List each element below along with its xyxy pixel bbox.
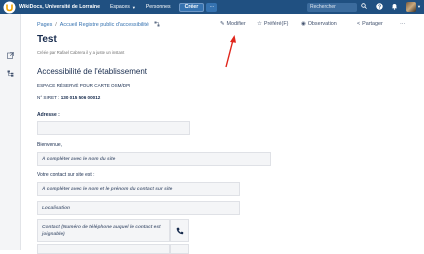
welcome-label: Bienvenue,: [37, 142, 63, 148]
page-title: Test: [37, 34, 57, 45]
edit-button[interactable]: ✎ Modifier: [220, 21, 246, 27]
pencil-icon: ✎: [220, 21, 225, 27]
nav-people[interactable]: Personnes: [146, 4, 171, 10]
siret-line: N° SIRET : 130 015 506 00012: [37, 95, 100, 100]
phone-icon: [176, 227, 183, 234]
location-field[interactable]: Localisation: [37, 201, 240, 215]
siret-value: 130 015 506 00012: [60, 95, 101, 100]
nav-people-label: Personnes: [145, 4, 171, 10]
next-field[interactable]: [37, 244, 170, 254]
site-logo-icon[interactable]: [3, 1, 16, 14]
reserved-space-text: ESPACE RÉSERVÉ POUR CARTE OSM/DPI: [37, 83, 131, 88]
site-name-placeholder: À compléter avec le nom du site: [42, 156, 116, 162]
breadcrumb: Pages / Accueil Registre public d'access…: [37, 21, 160, 29]
nav-spaces[interactable]: Espaces ▼: [110, 4, 136, 10]
page-content: Pages / Accueil Registre public d'access…: [21, 14, 424, 254]
contact-name-placeholder: À compléter avec le nom et le prénom du …: [42, 186, 173, 192]
address-field[interactable]: [37, 121, 190, 135]
watch-button[interactable]: ◉ Observation: [301, 21, 337, 27]
search-input[interactable]: Rechercher: [307, 2, 357, 12]
share-icon: <: [357, 21, 361, 27]
favorite-label: Préféré(F): [263, 21, 289, 27]
page-tree-icon[interactable]: [7, 64, 14, 77]
next-field-cell: [170, 244, 189, 254]
address-label: Adresse :: [37, 112, 60, 118]
edit-label: Modifier: [226, 21, 246, 27]
watch-label: Observation: [307, 21, 337, 27]
share-label: Partager: [362, 21, 383, 27]
section-title: Accessibilité de l'établissement: [37, 67, 148, 76]
star-icon: ☆: [257, 21, 262, 27]
restrictions-icon[interactable]: [154, 21, 160, 29]
contact-phone-field[interactable]: Contact (Numéro de téléphone auquel le c…: [37, 219, 170, 242]
create-more-button[interactable]: ···: [206, 2, 218, 12]
contact-label: Votre contact sur site est :: [37, 172, 95, 178]
phone-cell: [170, 219, 189, 242]
svg-text:?: ?: [378, 4, 381, 10]
eye-icon: ◉: [301, 21, 306, 27]
site-name-field[interactable]: À compléter avec le nom du site: [37, 152, 271, 166]
app-name[interactable]: WikiDocs, Université de Lorraine: [19, 4, 100, 10]
more-actions-button[interactable]: ···: [400, 21, 405, 27]
contact-name-field[interactable]: À compléter avec le nom et le prénom du …: [37, 182, 240, 196]
chevron-down-icon[interactable]: ▼: [417, 4, 421, 9]
user-avatar[interactable]: [406, 2, 416, 12]
help-icon[interactable]: ?: [376, 3, 383, 12]
search-icon[interactable]: [361, 3, 367, 11]
breadcrumb-separator: /: [55, 22, 57, 28]
contact-phone-placeholder: Contact (Numéro de téléphone auquel le c…: [42, 224, 161, 237]
location-placeholder: Localisation: [42, 205, 70, 211]
page-byline: Créée par Rafael Cabrera il y a juste un…: [37, 50, 125, 55]
notifications-bell-icon[interactable]: [391, 3, 398, 12]
siret-label: N° SIRET :: [37, 95, 60, 100]
search-placeholder: Rechercher: [310, 4, 336, 10]
favorite-button[interactable]: ☆ Préféré(F): [257, 21, 288, 27]
share-button[interactable]: < Partager: [357, 21, 383, 27]
nav-spaces-label: Espaces: [109, 4, 130, 10]
breadcrumb-pages[interactable]: Pages: [37, 22, 52, 28]
expand-sidebar-icon[interactable]: [7, 46, 14, 59]
chevron-down-icon: ▼: [131, 4, 136, 10]
breadcrumb-home[interactable]: Accueil Registre public d'accessibilité: [60, 22, 149, 28]
left-sidebar: [0, 14, 21, 250]
create-button[interactable]: Créer: [178, 2, 205, 12]
